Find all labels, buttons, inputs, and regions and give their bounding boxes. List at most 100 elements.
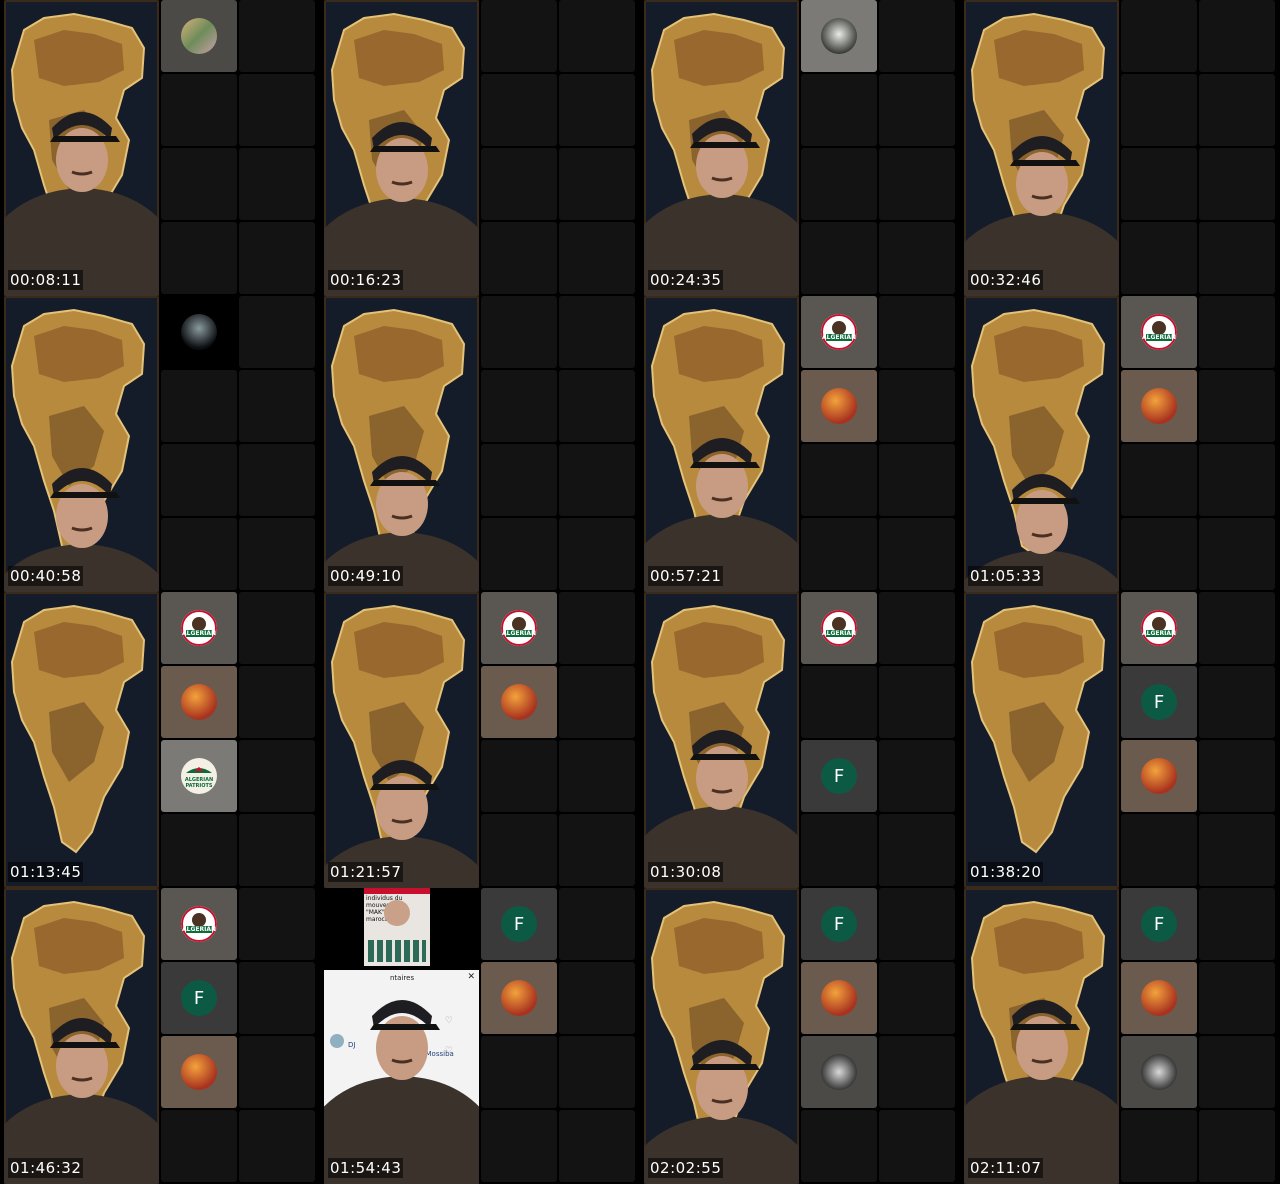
participant-tile-avatar[interactable] <box>481 962 557 1034</box>
participant-tiles <box>161 0 317 296</box>
empty-participant-slot <box>559 148 635 220</box>
frame-cell: 00:24:35 <box>640 0 960 296</box>
letter-avatar: F <box>501 906 537 942</box>
participant-tile-algerian[interactable]: ALGERIAN <box>481 592 557 664</box>
empty-participant-slot <box>801 814 877 886</box>
empty-participant-slot <box>161 74 237 146</box>
participant-tile-avatar[interactable] <box>1121 962 1197 1034</box>
empty-participant-slot <box>1199 962 1275 1034</box>
participant-tile-patriots[interactable]: ALGERIAN PATRIOTS <box>161 740 237 812</box>
participant-tile-f[interactable]: F <box>1121 888 1197 960</box>
post-photo-strip <box>368 940 426 962</box>
frame-cell: 00:49:10 <box>320 296 640 592</box>
timestamp-label: 01:30:08 <box>648 862 724 882</box>
participant-tiles: F <box>481 888 637 1184</box>
participant-tile-dark[interactable] <box>161 296 237 368</box>
participant-tile-avatar[interactable] <box>1121 370 1197 442</box>
participant-tile-group[interactable] <box>1121 1036 1197 1108</box>
participant-tile-f[interactable]: F <box>801 888 877 960</box>
empty-participant-slot <box>879 222 955 294</box>
badge-label: ALGERIAN <box>181 925 216 933</box>
empty-participant-slot <box>1199 148 1275 220</box>
main-video-frame: 01:30:08 <box>644 592 799 888</box>
empty-participant-slot <box>879 592 955 664</box>
red-portrait-icon <box>1141 388 1177 424</box>
empty-participant-slot <box>879 74 955 146</box>
empty-participant-slot <box>801 222 877 294</box>
participant-tile-f[interactable]: F <box>801 740 877 812</box>
frame-cell: 00:32:46 <box>960 0 1280 296</box>
participant-tile-portrait[interactable] <box>801 0 877 72</box>
participant-tile-photo[interactable] <box>161 0 237 72</box>
badge-label: ALGERIAN <box>821 629 856 637</box>
streamer-figure <box>4 468 159 592</box>
frame-cell: 01:21:57 ALGERIAN <box>320 592 640 888</box>
participant-tile-algerian[interactable]: ALGERIAN <box>161 888 237 960</box>
participant-tile-f[interactable]: F <box>481 888 557 960</box>
timestamp-label: 00:16:23 <box>328 270 404 290</box>
empty-participant-slot <box>1121 444 1197 516</box>
empty-participant-slot <box>559 74 635 146</box>
empty-participant-slot <box>801 1110 877 1182</box>
empty-participant-slot <box>879 962 955 1034</box>
group-photo-icon <box>1141 1054 1177 1090</box>
empty-participant-slot <box>879 518 955 590</box>
frame-cell: 01:30:08 ALGERIAN F <box>640 592 960 888</box>
empty-participant-slot <box>239 148 315 220</box>
main-video-frame: 00:40:58 <box>4 296 159 592</box>
main-video-frame: 00:08:11 <box>4 0 159 296</box>
participant-tile-avatar[interactable] <box>481 666 557 738</box>
empty-participant-slot <box>239 222 315 294</box>
participant-tile-f[interactable]: F <box>1121 666 1197 738</box>
empty-participant-slot <box>879 814 955 886</box>
empty-participant-slot <box>559 814 635 886</box>
letter-avatar: F <box>1141 684 1177 720</box>
empty-participant-slot <box>239 740 315 812</box>
empty-participant-slot <box>559 1110 635 1182</box>
participant-tile-avatar[interactable] <box>161 1036 237 1108</box>
empty-participant-slot <box>559 296 635 368</box>
frame-cell: 00:40:58 <box>0 296 320 592</box>
main-video-frame: 00:49:10 <box>324 296 479 592</box>
participant-tile-algerian[interactable]: ALGERIAN <box>161 592 237 664</box>
timestamp-label: 02:11:07 <box>968 1158 1044 1178</box>
participant-tile-avatar[interactable] <box>801 370 877 442</box>
empty-participant-slot <box>1199 0 1275 72</box>
empty-participant-slot <box>1199 444 1275 516</box>
participant-tile-algerian[interactable]: ALGERIAN <box>1121 592 1197 664</box>
empty-participant-slot <box>161 222 237 294</box>
participant-tile-algerian[interactable]: ALGERIAN <box>1121 296 1197 368</box>
participant-tile-group[interactable] <box>801 1036 877 1108</box>
empty-participant-slot <box>239 1110 315 1182</box>
empty-participant-slot <box>879 740 955 812</box>
empty-participant-slot <box>161 444 237 516</box>
empty-participant-slot <box>481 370 557 442</box>
participant-tile-avatar[interactable] <box>161 666 237 738</box>
empty-participant-slot <box>481 740 557 812</box>
empty-participant-slot <box>161 148 237 220</box>
timestamp-label: 00:40:58 <box>8 566 84 586</box>
participant-tile-algerian[interactable]: ALGERIAN <box>801 592 877 664</box>
frame-cell: 00:16:23 <box>320 0 640 296</box>
badge-label: ALGERIAN <box>501 629 536 637</box>
empty-participant-slot <box>1121 74 1197 146</box>
empty-participant-slot <box>239 666 315 738</box>
algerian-badge-icon: ALGERIAN <box>821 610 857 646</box>
participant-tiles: F <box>1121 888 1277 1184</box>
empty-participant-slot <box>879 1036 955 1108</box>
streamer-figure <box>324 760 479 888</box>
streamer-figure <box>964 474 1119 592</box>
empty-participant-slot <box>879 888 955 960</box>
empty-participant-slot <box>1199 888 1275 960</box>
red-portrait-icon <box>1141 980 1177 1016</box>
participant-tile-algerian[interactable]: ALGERIAN <box>801 296 877 368</box>
participant-tile-avatar[interactable] <box>801 962 877 1034</box>
empty-participant-slot <box>1199 1036 1275 1108</box>
streamer-figure <box>4 112 159 296</box>
participant-tile-f[interactable]: F <box>161 962 237 1034</box>
frame-cell: 02:02:55 F <box>640 888 960 1184</box>
participant-tile-avatar[interactable] <box>1121 740 1197 812</box>
participant-tiles <box>1121 0 1277 296</box>
letter-avatar: F <box>1141 906 1177 942</box>
empty-participant-slot <box>1199 1110 1275 1182</box>
